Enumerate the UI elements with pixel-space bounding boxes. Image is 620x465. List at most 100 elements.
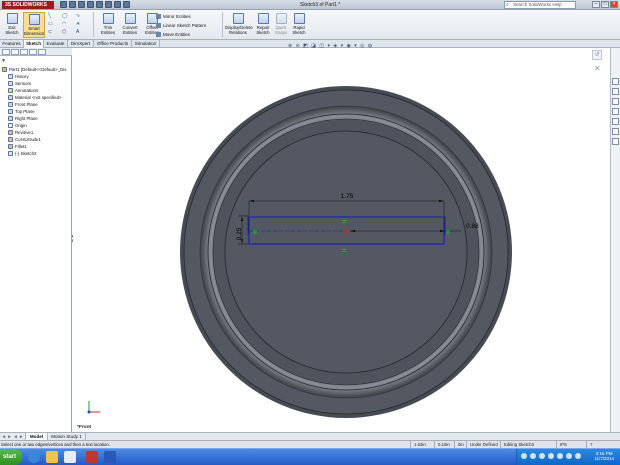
vertical-relation-icon[interactable]: ıı	[446, 229, 450, 236]
clock-date: 11/7/2014	[594, 456, 614, 461]
feature-tree-label: Top Plane	[15, 109, 35, 114]
move-entities-button[interactable]: Move Entities	[156, 30, 206, 39]
appearances-icon[interactable]	[612, 128, 619, 135]
media-icon[interactable]	[64, 451, 76, 463]
rectangle-icon[interactable]: ▭	[48, 21, 59, 27]
minimize-icon[interactable]: –	[592, 1, 600, 8]
quick-snaps-label: Quick Snaps	[274, 25, 288, 35]
file-explorer-icon[interactable]	[612, 98, 619, 105]
tab-dimxpert[interactable]: DimXpert	[68, 40, 94, 48]
start-button[interactable]: start	[0, 449, 22, 465]
tray-icon[interactable]	[530, 453, 536, 459]
feature-icon	[8, 81, 13, 86]
text-icon[interactable]: A	[76, 29, 87, 35]
repair-sketch-button[interactable]: Repair Sketch	[253, 12, 273, 38]
help-search-input[interactable]: ⌕ Search SolidWorks Help	[504, 1, 576, 9]
explorer-icon[interactable]	[46, 451, 58, 463]
tray-icon[interactable]	[521, 453, 527, 459]
property-manager-tab-icon[interactable]	[11, 49, 19, 55]
tray-icon[interactable]	[575, 453, 581, 459]
polygon-icon[interactable]: ⬡	[62, 29, 73, 35]
vertical-relation-icon[interactable]: ıı	[253, 229, 257, 236]
dim-offset-value[interactable]: 0.88	[466, 223, 479, 230]
select-icon[interactable]	[105, 1, 112, 8]
clock[interactable]: 3:16 PM 11/7/2014	[594, 451, 614, 461]
document-title: Sketch3 of Part1 *	[300, 2, 341, 8]
smart-dimension-button[interactable]: Smart Dimension	[23, 12, 45, 38]
trim-entities-button[interactable]: Trim Entities	[97, 12, 119, 38]
horizontal-relation-icon[interactable]: =	[342, 248, 346, 255]
graphics-area[interactable]: 1.75 0.25 0.88 ıı ıı = =	[73, 48, 610, 432]
tray-icon[interactable]	[539, 453, 545, 459]
rapid-sketch-button[interactable]: Rapid Sketch	[289, 12, 309, 38]
confirmation-corner[interactable]: ↺	[592, 50, 602, 60]
new-icon[interactable]	[60, 1, 67, 8]
slot-icon[interactable]: ⊂	[48, 29, 59, 35]
design-library-icon[interactable]	[612, 88, 619, 95]
mirror-entities-button[interactable]: Mirror Entities	[156, 12, 206, 21]
exit-sketch-corner-icon[interactable]: ✕	[594, 64, 601, 73]
dim-width-value[interactable]: 1.75	[341, 193, 354, 200]
tray-icon[interactable]	[548, 453, 554, 459]
feature-tree-tab-icon[interactable]	[2, 49, 10, 55]
feature-icon	[8, 137, 13, 142]
tray-icon[interactable]	[566, 453, 572, 459]
feature-tree-item[interactable]: (-) Sketch3	[0, 150, 72, 157]
feature-tree-item[interactable]: Sensors	[0, 80, 72, 87]
mirror-icon	[156, 14, 161, 20]
tab-simulation[interactable]: Simulation	[132, 40, 160, 48]
feature-tree-item[interactable]: Top Plane	[0, 108, 72, 115]
linear-sketch-pattern-button[interactable]: Linear Sketch Pattern	[156, 21, 206, 30]
feature-icon	[8, 144, 13, 149]
view-palette-icon[interactable]	[612, 118, 619, 125]
maximize-icon[interactable]: □	[601, 1, 609, 8]
tab-features[interactable]: Features	[0, 40, 24, 48]
feature-tree-item[interactable]: Cut-Extrude1	[0, 136, 72, 143]
save-icon[interactable]	[78, 1, 85, 8]
line-icon[interactable]: ╲	[48, 13, 59, 19]
tab-sketch[interactable]: Sketch	[24, 40, 44, 48]
solidworks-taskbar-icon[interactable]	[86, 451, 98, 463]
display-delete-relations-button[interactable]: Display/Delete Relations	[225, 12, 253, 38]
options-icon[interactable]	[123, 1, 130, 8]
feature-tree-item[interactable]: Right Plane	[0, 115, 72, 122]
tray-icon[interactable]	[557, 453, 563, 459]
dim-height-value[interactable]: 0.25	[236, 227, 243, 240]
arc-icon[interactable]: ◠	[62, 21, 73, 27]
model-view[interactable]: 1.75 0.25 0.88 ıı ıı = =	[73, 48, 610, 432]
spline-icon[interactable]: ∿	[76, 13, 87, 19]
feature-tree-item[interactable]: Fillet1	[0, 143, 72, 150]
feature-tree-item[interactable]: History	[0, 73, 72, 80]
feature-tree-item[interactable]: Revolve1	[0, 129, 72, 136]
filter-icon[interactable]: ▼	[1, 58, 6, 64]
feature-tree-item[interactable]: Annotations	[0, 87, 72, 94]
tab-motion-study[interactable]: Motion Study 1	[48, 433, 86, 440]
convert-entities-button[interactable]: Convert Entities	[119, 12, 141, 38]
circle-icon[interactable]: ◯	[62, 13, 73, 19]
display-manager-tab-icon[interactable]	[38, 49, 46, 55]
configuration-tab-icon[interactable]	[20, 49, 28, 55]
open-icon[interactable]	[69, 1, 76, 8]
dimxpert-tab-icon[interactable]	[29, 49, 37, 55]
quick-snaps-button[interactable]: Quick Snaps	[274, 12, 288, 38]
tab-office-products[interactable]: Office Products	[94, 40, 132, 48]
word-icon[interactable]	[104, 451, 116, 463]
custom-properties-icon[interactable]	[612, 138, 619, 145]
feature-tree-item[interactable]: Part1 (Default<<Default>_Dis	[0, 66, 72, 73]
point-icon[interactable]: ∗	[76, 21, 87, 27]
resources-icon[interactable]	[612, 78, 619, 85]
feature-tree-item[interactable]: Origin	[0, 122, 72, 129]
exit-sketch-button[interactable]: Exit Sketch	[2, 12, 22, 38]
ie-icon[interactable]	[28, 451, 40, 463]
tab-model[interactable]: Model	[26, 433, 48, 440]
print-icon[interactable]	[87, 1, 94, 8]
search-results-icon[interactable]	[612, 108, 619, 115]
tab-evaluate[interactable]: Evaluate	[44, 40, 68, 48]
feature-tree-item[interactable]: Front Plane	[0, 101, 72, 108]
horizontal-relation-icon[interactable]: =	[342, 219, 346, 226]
rebuild-icon[interactable]	[114, 1, 121, 8]
feature-tree-item[interactable]: Material <not specified>	[0, 94, 72, 101]
close-icon[interactable]: ×	[610, 1, 618, 8]
undo-icon[interactable]	[96, 1, 103, 8]
tab-scroll-arrows[interactable]: ◄ ► ◄ ►	[0, 433, 26, 440]
